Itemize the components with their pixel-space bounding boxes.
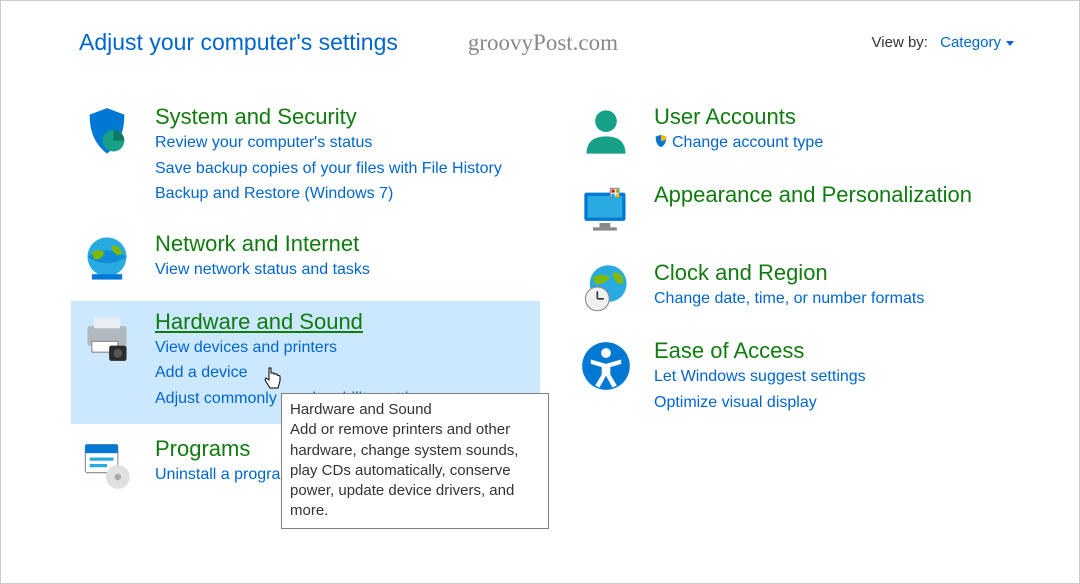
programs-icon: [81, 438, 133, 490]
monitor-icon: [580, 184, 632, 236]
right-column: User Accounts Change account type Appear…: [570, 96, 1039, 506]
category-title[interactable]: Clock and Region: [654, 260, 828, 286]
category-clock-region: Clock and Region Change date, time, or n…: [570, 252, 1039, 326]
category-link[interactable]: Optimize visual display: [654, 390, 1029, 416]
globe-icon: [81, 233, 133, 285]
category-link[interactable]: Add a device: [155, 360, 530, 386]
viewby: View by: Category: [872, 34, 1014, 51]
category-appearance: Appearance and Personalization: [570, 174, 1039, 248]
tooltip: Hardware and Sound Add or remove printer…: [281, 393, 549, 529]
category-link[interactable]: Save backup copies of your files with Fi…: [155, 156, 530, 182]
category-ease-of-access: Ease of Access Let Windows suggest setti…: [570, 330, 1039, 427]
category-title[interactable]: Ease of Access: [654, 338, 804, 364]
shield-icon: [81, 106, 133, 158]
page-title: Adjust your computer's settings: [79, 29, 398, 56]
category-link[interactable]: View devices and printers: [155, 335, 530, 361]
category-system-security: System and Security Review your computer…: [71, 96, 540, 219]
category-network-internet: Network and Internet View network status…: [71, 223, 540, 297]
category-link[interactable]: View network status and tasks: [155, 257, 530, 283]
viewby-label: View by:: [872, 34, 928, 51]
category-title[interactable]: Network and Internet: [155, 231, 359, 257]
accessibility-icon: [580, 340, 632, 392]
category-title[interactable]: Hardware and Sound: [155, 309, 363, 335]
header: Adjust your computer's settings groovyPo…: [1, 1, 1079, 66]
user-icon: [580, 106, 632, 158]
category-title[interactable]: Appearance and Personalization: [654, 182, 972, 208]
tooltip-title: Hardware and Sound: [290, 400, 540, 420]
cursor-pointer-icon: [263, 366, 283, 392]
category-link[interactable]: Let Windows suggest settings: [654, 364, 1029, 390]
clock-globe-icon: [580, 262, 632, 314]
tooltip-body: Add or remove printers and other hardwar…: [290, 421, 518, 519]
category-link[interactable]: Change date, time, or number formats: [654, 286, 1029, 312]
category-user-accounts: User Accounts Change account type: [570, 96, 1039, 170]
printer-icon: [81, 311, 133, 363]
category-title[interactable]: User Accounts: [654, 104, 796, 130]
category-title[interactable]: Programs: [155, 436, 250, 462]
category-title[interactable]: System and Security: [155, 104, 357, 130]
category-link[interactable]: Review your computer's status: [155, 130, 530, 156]
viewby-dropdown[interactable]: Category: [940, 34, 1014, 51]
uac-shield-icon: [654, 134, 668, 148]
watermark: groovyPost.com: [468, 30, 618, 56]
category-link[interactable]: Backup and Restore (Windows 7): [155, 181, 530, 207]
category-link[interactable]: Change account type: [654, 130, 1029, 156]
